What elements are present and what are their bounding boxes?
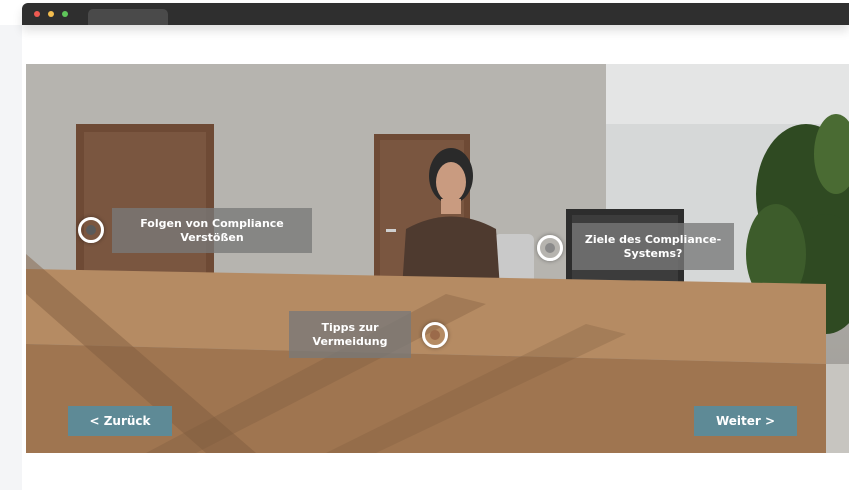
hotspot-label-compliance-consequences[interactable]: Folgen von Compliance Verstößen [112,208,312,253]
next-button[interactable]: Weiter > [694,406,797,436]
browser-tab[interactable] [88,9,168,25]
browser-topbar [22,3,849,25]
page-margin [0,25,22,490]
close-window-dot-icon[interactable] [34,11,40,17]
minimize-window-dot-icon[interactable] [48,11,54,17]
hotspot-avoidance-tips[interactable] [422,322,448,348]
hotspot-compliance-consequences[interactable] [78,217,104,243]
maximize-window-dot-icon[interactable] [62,11,68,17]
hotspot-compliance-goals[interactable] [537,235,563,261]
back-button[interactable]: < Zurück [68,406,172,436]
hotspot-label-avoidance-tips[interactable]: Tipps zur Vermeidung [289,311,411,358]
reception-scene: Folgen von Compliance Verstößen Ziele de… [26,64,849,453]
hotspot-label-compliance-goals[interactable]: Ziele des Compliance-Systems? [572,223,734,270]
